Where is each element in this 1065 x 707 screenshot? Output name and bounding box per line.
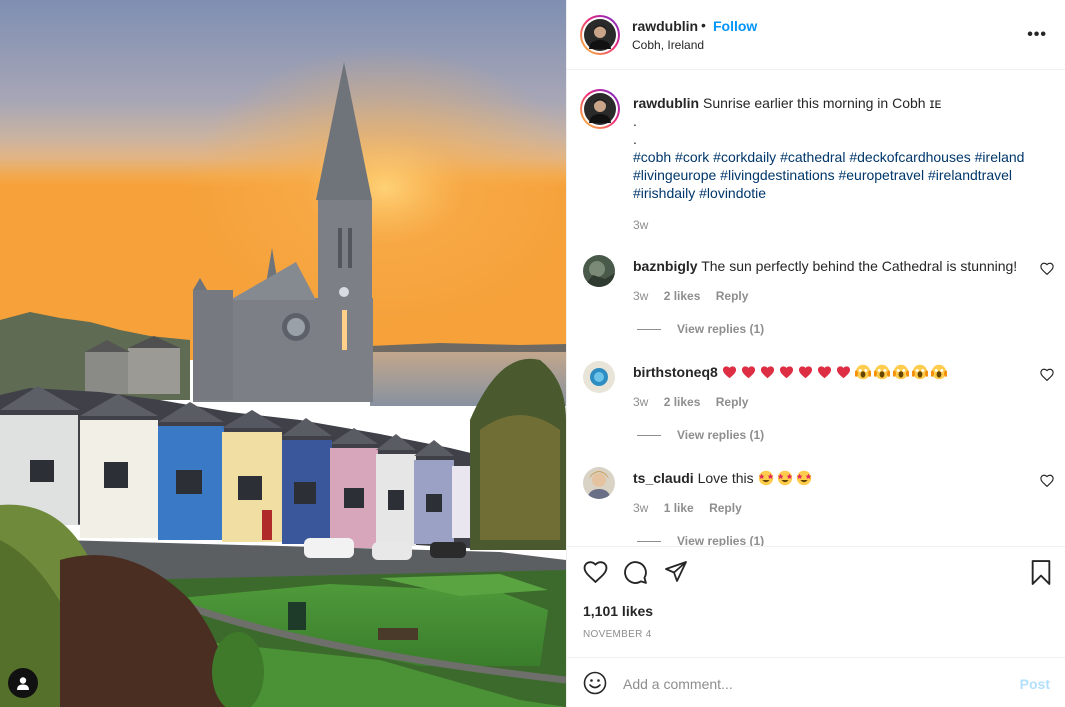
red-heart-emoji bbox=[836, 366, 850, 379]
red-heart-emoji bbox=[722, 366, 736, 379]
caption-dot-1: . bbox=[633, 113, 637, 129]
commenter-avatar[interactable] bbox=[583, 467, 615, 499]
caption-time[interactable]: 3w bbox=[633, 216, 1043, 234]
caption-text: Sunrise earlier this morning in Cobh ɪᴇ bbox=[703, 95, 942, 111]
hashtags-line-1[interactable]: #cobh #cork #corkdaily #cathedral #decko… bbox=[633, 148, 1043, 166]
post-header: rawdublin • Follow Cobh, Ireland ••• bbox=[567, 0, 1065, 70]
comment-emojis bbox=[722, 364, 950, 380]
caption-avatar[interactable] bbox=[580, 89, 620, 129]
view-replies-label: View replies (1) bbox=[677, 428, 765, 442]
comment-composer: Post bbox=[567, 657, 1065, 707]
comment-username[interactable]: birthstoneq8 bbox=[633, 364, 718, 380]
like-heart-icon[interactable] bbox=[583, 560, 608, 583]
comment-like-heart-icon[interactable] bbox=[1040, 474, 1054, 487]
header-separator: • bbox=[701, 17, 706, 33]
comment-username[interactable]: ts_claudi bbox=[633, 470, 694, 486]
reply-button[interactable]: Reply bbox=[716, 395, 749, 409]
add-comment-input[interactable] bbox=[623, 672, 1003, 696]
view-replies-label: View replies (1) bbox=[677, 322, 765, 336]
reply-button[interactable]: Reply bbox=[709, 501, 742, 515]
red-heart-emoji bbox=[798, 366, 812, 379]
commenter-avatar-image bbox=[583, 467, 615, 499]
post-comment-button[interactable]: Post bbox=[1020, 676, 1050, 692]
replies-divider bbox=[637, 434, 661, 436]
post-detail-panel: rawdublin • Follow Cobh, Ireland ••• raw… bbox=[566, 0, 1065, 707]
caption-text-block: rawdublin Sunrise earlier this morning i… bbox=[633, 94, 1043, 234]
more-options-icon[interactable]: ••• bbox=[1027, 26, 1047, 44]
comments-list[interactable]: rawdublin Sunrise earlier this morning i… bbox=[567, 71, 1065, 546]
caption-dot-2: . bbox=[633, 131, 637, 147]
post-location[interactable]: Cobh, Ireland bbox=[632, 38, 704, 52]
comment-meta: 3w 1 like Reply bbox=[633, 501, 742, 515]
screaming-face-emoji bbox=[892, 364, 909, 380]
bookmark-save-icon[interactable] bbox=[1030, 560, 1052, 585]
comment-username[interactable]: baznbigly bbox=[633, 258, 698, 274]
comment-time[interactable]: 3w bbox=[633, 501, 648, 515]
screaming-face-emoji bbox=[873, 364, 890, 380]
commenter-avatar[interactable] bbox=[583, 255, 615, 287]
reply-button[interactable]: Reply bbox=[716, 289, 749, 303]
likes-count[interactable]: 1,101 likes bbox=[583, 603, 653, 619]
author-username[interactable]: rawdublin bbox=[632, 18, 698, 34]
star-struck-emoji bbox=[777, 470, 792, 486]
author-avatar[interactable] bbox=[580, 15, 620, 55]
comment-emojis bbox=[758, 470, 815, 486]
replies-divider bbox=[637, 540, 661, 542]
share-paper-plane-icon[interactable] bbox=[664, 560, 688, 583]
commenter-avatar[interactable] bbox=[583, 361, 615, 393]
screaming-face-emoji bbox=[854, 364, 871, 380]
comment-text: Love this bbox=[697, 470, 754, 486]
view-replies-button[interactable]: View replies (1) bbox=[637, 322, 764, 336]
comment-like-heart-icon[interactable] bbox=[1040, 368, 1054, 381]
emoji-smiley-icon[interactable] bbox=[583, 671, 607, 695]
star-struck-emoji bbox=[796, 470, 811, 486]
view-replies-label: View replies (1) bbox=[677, 534, 765, 546]
commenter-avatar-image bbox=[583, 361, 615, 393]
comment-like-heart-icon[interactable] bbox=[1040, 262, 1054, 275]
red-heart-emoji bbox=[741, 366, 755, 379]
post-actions: 1,101 likes NOVEMBER 4 bbox=[567, 546, 1065, 656]
star-struck-emoji bbox=[758, 470, 773, 486]
comment-likes[interactable]: 1 like bbox=[664, 501, 694, 515]
user-silhouette-icon bbox=[17, 677, 29, 690]
view-replies-button[interactable]: View replies (1) bbox=[637, 428, 764, 442]
caption-username[interactable]: rawdublin bbox=[633, 95, 699, 111]
red-heart-emoji bbox=[817, 366, 831, 379]
comment-meta: 3w 2 likes Reply bbox=[633, 289, 748, 303]
caption-avatar-image bbox=[584, 93, 616, 125]
post-date[interactable]: NOVEMBER 4 bbox=[583, 629, 652, 640]
comment-likes[interactable]: 2 likes bbox=[664, 395, 701, 409]
screaming-face-emoji bbox=[930, 364, 947, 380]
comment-likes[interactable]: 2 likes bbox=[664, 289, 701, 303]
comment-text: The sun perfectly behind the Cathedral i… bbox=[701, 258, 1018, 274]
tagged-user-button[interactable] bbox=[8, 668, 38, 698]
replies-divider bbox=[637, 328, 661, 330]
commenter-avatar-image bbox=[583, 255, 615, 287]
screaming-face-emoji bbox=[911, 364, 928, 380]
comment-meta: 3w 2 likes Reply bbox=[633, 395, 748, 409]
comment-bubble-icon[interactable] bbox=[623, 560, 648, 585]
comment-time[interactable]: 3w bbox=[633, 395, 648, 409]
red-heart-emoji bbox=[779, 366, 793, 379]
author-avatar-image bbox=[584, 19, 616, 51]
post-photo[interactable] bbox=[0, 0, 566, 707]
follow-button[interactable]: Follow bbox=[713, 18, 757, 34]
hashtags-line-3[interactable]: #irishdaily #lovindotie bbox=[633, 184, 1043, 202]
comment-time[interactable]: 3w bbox=[633, 289, 648, 303]
view-replies-button[interactable]: View replies (1) bbox=[637, 534, 764, 546]
hashtags: #cobh #cork #corkdaily #cathedral #decko… bbox=[633, 148, 1043, 202]
cobh-cathedral-image bbox=[0, 0, 566, 707]
hashtags-line-2[interactable]: #livingeurope #livingdestinations #europ… bbox=[633, 166, 1043, 184]
red-heart-emoji bbox=[760, 366, 774, 379]
